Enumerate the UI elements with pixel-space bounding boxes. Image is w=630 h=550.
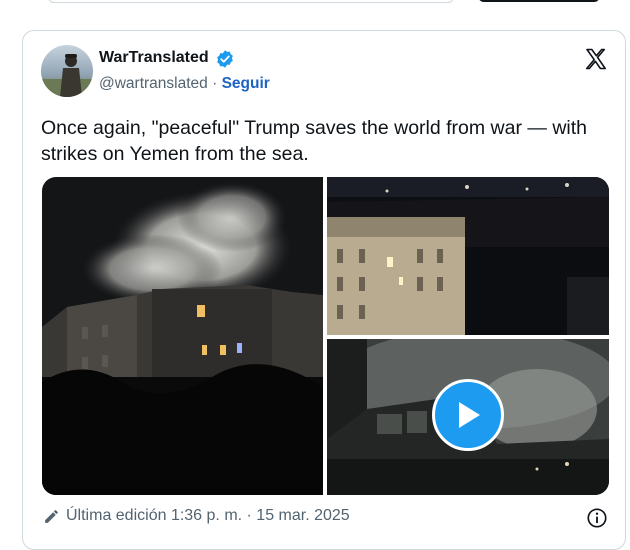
post-timestamp[interactable]: 1:36 p. m. · 15 mar. 2025	[171, 507, 350, 525]
avatar[interactable]	[41, 45, 93, 97]
edit-timestamp-row: Última edición 1:36 p. m. · 15 mar. 2025	[43, 507, 350, 525]
separator-dot: ·	[207, 75, 222, 92]
x-logo-icon[interactable]	[584, 47, 608, 71]
tweet-text: Once again, "peaceful" Trump saves the w…	[41, 117, 587, 165]
media-image-1[interactable]	[42, 177, 323, 495]
top-button-remnant[interactable]	[478, 0, 600, 2]
author-handle-row: @wartranslated · Seguir	[99, 75, 270, 93]
author-name[interactable]: WarTranslated	[99, 49, 209, 67]
edited-label[interactable]: Última edición	[66, 507, 166, 525]
tweet-card[interactable]: WarTranslated @wartranslated · Seguir On…	[22, 30, 626, 550]
pencil-icon	[45, 509, 58, 523]
media-grid	[42, 177, 609, 495]
author-handle[interactable]: @wartranslated	[99, 75, 208, 92]
media-image-2[interactable]	[327, 177, 609, 335]
follow-button[interactable]: Seguir	[222, 75, 270, 92]
verified-badge-icon	[217, 50, 233, 68]
info-icon[interactable]	[586, 507, 608, 529]
play-button[interactable]	[432, 379, 504, 451]
play-icon	[459, 402, 480, 428]
top-input-remnant[interactable]	[48, 0, 454, 3]
